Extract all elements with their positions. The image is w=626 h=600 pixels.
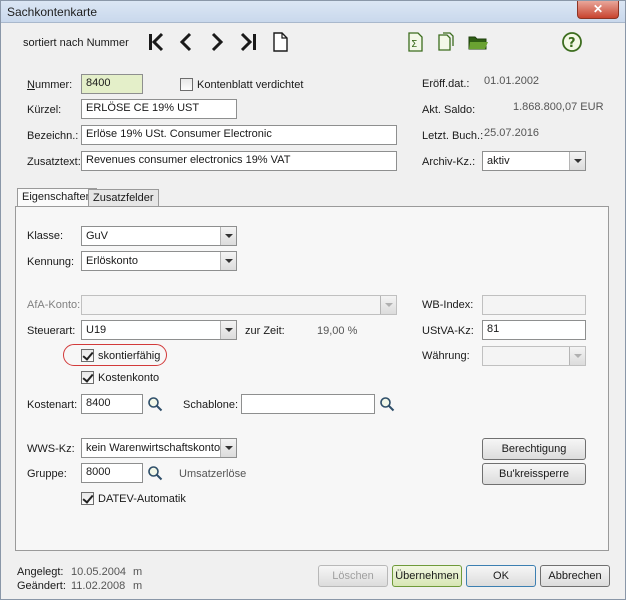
zusatztext-label: Zusatztext: bbox=[27, 156, 81, 168]
saldo-label: Akt. Saldo: bbox=[422, 104, 476, 116]
copy-document-icon[interactable] bbox=[435, 31, 457, 53]
klasse-label: Klasse: bbox=[27, 230, 64, 242]
kennung-label: Kennung: bbox=[27, 256, 75, 268]
steuerart-select[interactable]: U19 bbox=[81, 320, 237, 340]
angelegt-date: 10.05.2004 bbox=[71, 566, 127, 578]
kostenart-field[interactable]: 8400 bbox=[81, 394, 143, 414]
waehrung-label: Währung: bbox=[422, 350, 470, 362]
tab-eigenschaften[interactable]: Eigenschaften bbox=[17, 188, 97, 208]
gruppe-field[interactable]: 8000 bbox=[81, 463, 143, 483]
schablone-field[interactable] bbox=[241, 394, 375, 414]
svg-text:Σ: Σ bbox=[411, 39, 417, 50]
klasse-select[interactable]: GuV bbox=[81, 226, 237, 246]
archiv-value: aktiv bbox=[487, 155, 510, 167]
help-icon[interactable]: ? bbox=[561, 31, 583, 53]
wws-label: WWS-Kz: bbox=[27, 443, 75, 455]
schablone-label: Schablone: bbox=[183, 399, 239, 411]
buchung-value: 25.07.2016 bbox=[484, 127, 540, 139]
folder-icon[interactable] bbox=[467, 31, 489, 53]
next-record-icon[interactable] bbox=[206, 31, 228, 53]
kuerzel-field[interactable]: ERLÖSE CE 19% UST bbox=[81, 99, 237, 119]
berechtigung-button[interactable]: Berechtigung bbox=[482, 438, 586, 460]
close-button[interactable]: ✕ bbox=[577, 1, 619, 19]
previous-record-icon[interactable] bbox=[176, 31, 198, 53]
geaendert-label: Geändert: bbox=[17, 580, 66, 592]
chevron-down-icon bbox=[569, 347, 585, 365]
search-icon[interactable] bbox=[379, 396, 395, 412]
afa-select[interactable] bbox=[81, 295, 397, 315]
zurzeit-value: 19,00 % bbox=[317, 325, 358, 337]
waehrung-select[interactable] bbox=[482, 346, 586, 366]
svg-text:?: ? bbox=[568, 36, 576, 51]
search-icon[interactable] bbox=[147, 465, 163, 481]
skontierfaehig-label: skontierfähig bbox=[98, 350, 161, 362]
verdichtet-checkbox[interactable] bbox=[180, 78, 193, 91]
ok-button[interactable]: OK bbox=[466, 565, 536, 587]
chevron-down-icon bbox=[380, 296, 396, 314]
archiv-select[interactable]: aktiv bbox=[482, 151, 586, 171]
kostenkonto-checkbox[interactable] bbox=[81, 371, 94, 384]
tab-zusatzfelder[interactable]: Zusatzfelder bbox=[88, 189, 159, 207]
wws-select[interactable]: kein Warenwirtschaftskonto bbox=[81, 438, 237, 458]
buchung-label: Letzt. Buch.: bbox=[422, 130, 484, 142]
kennung-select[interactable]: Erlöskonto bbox=[81, 251, 237, 271]
afa-label: AfA-Konto: bbox=[27, 299, 81, 311]
angelegt-label: Angelegt: bbox=[17, 566, 64, 578]
bukreissperre-button[interactable]: Bu'kreissperre bbox=[482, 463, 586, 485]
eroeff-label: Eröff.dat.: bbox=[422, 78, 470, 90]
bezeichnung-label: Bezeichn.: bbox=[27, 130, 79, 142]
ustva-field[interactable]: 81 bbox=[482, 320, 586, 340]
geaendert-user: m bbox=[133, 580, 143, 592]
nummer-label: Nummer: bbox=[27, 79, 73, 91]
zusatztext-field[interactable]: Revenues consumer electronics 19% VAT bbox=[81, 151, 397, 171]
datev-automatik-checkbox[interactable] bbox=[81, 492, 94, 505]
datev-automatik-label: DATEV-Automatik bbox=[98, 493, 186, 505]
skontierfaehig-checkbox[interactable] bbox=[81, 349, 94, 362]
kostenkonto-label: Kostenkonto bbox=[98, 372, 160, 384]
chevron-down-icon bbox=[220, 227, 236, 245]
search-icon[interactable] bbox=[147, 396, 163, 412]
cancel-button[interactable]: Abbrechen bbox=[540, 565, 610, 587]
wws-value: kein Warenwirtschaftskonto bbox=[86, 442, 221, 454]
sum-document-icon[interactable]: Σ bbox=[404, 31, 426, 53]
klasse-value: GuV bbox=[86, 230, 109, 242]
window-title: Sachkontenkarte bbox=[7, 5, 98, 19]
ustva-label: UStVA-Kz: bbox=[422, 325, 474, 337]
bezeichnung-field[interactable]: Erlöse 19% USt. Consumer Electronic bbox=[81, 125, 397, 145]
new-record-icon[interactable] bbox=[269, 31, 291, 53]
eroeff-value: 01.01.2002 bbox=[484, 75, 540, 87]
title-bar: Sachkontenkarte ✕ bbox=[1, 1, 625, 23]
geaendert-date: 11.02.2008 bbox=[71, 580, 126, 592]
angelegt-user: m bbox=[133, 566, 143, 578]
wbindex-field[interactable] bbox=[482, 295, 586, 315]
gruppe-label: Gruppe: bbox=[27, 468, 67, 480]
steuerart-value: U19 bbox=[86, 324, 107, 336]
sort-label: sortiert nach Nummer bbox=[23, 37, 129, 49]
saldo-value: 1.868.800,07 EUR bbox=[513, 101, 604, 113]
nummer-field[interactable]: 8400 bbox=[81, 74, 143, 94]
delete-button[interactable]: Löschen bbox=[318, 565, 388, 587]
gruppe-description: Umsatzerlöse bbox=[179, 468, 247, 480]
sachkontenkarte-window: Sachkontenkarte ✕ sortiert nach Nummer Σ… bbox=[0, 0, 626, 600]
chevron-down-icon bbox=[569, 152, 585, 170]
kostenart-label: Kostenart: bbox=[27, 399, 78, 411]
chevron-down-icon bbox=[220, 252, 236, 270]
last-record-icon[interactable] bbox=[237, 31, 259, 53]
verdichtet-label: Kontenblatt verdichtet bbox=[197, 79, 304, 91]
apply-button[interactable]: Übernehmen bbox=[392, 565, 462, 587]
first-record-icon[interactable] bbox=[146, 31, 168, 53]
wbindex-label: WB-Index: bbox=[422, 299, 474, 311]
zurzeit-label: zur Zeit: bbox=[245, 325, 285, 337]
chevron-down-icon bbox=[220, 321, 236, 339]
kuerzel-label: Kürzel: bbox=[27, 104, 62, 116]
steuerart-label: Steuerart: bbox=[27, 325, 76, 337]
chevron-down-icon bbox=[220, 439, 236, 457]
kennung-value: Erlöskonto bbox=[86, 255, 138, 267]
archiv-label: Archiv-Kz.: bbox=[422, 156, 476, 168]
